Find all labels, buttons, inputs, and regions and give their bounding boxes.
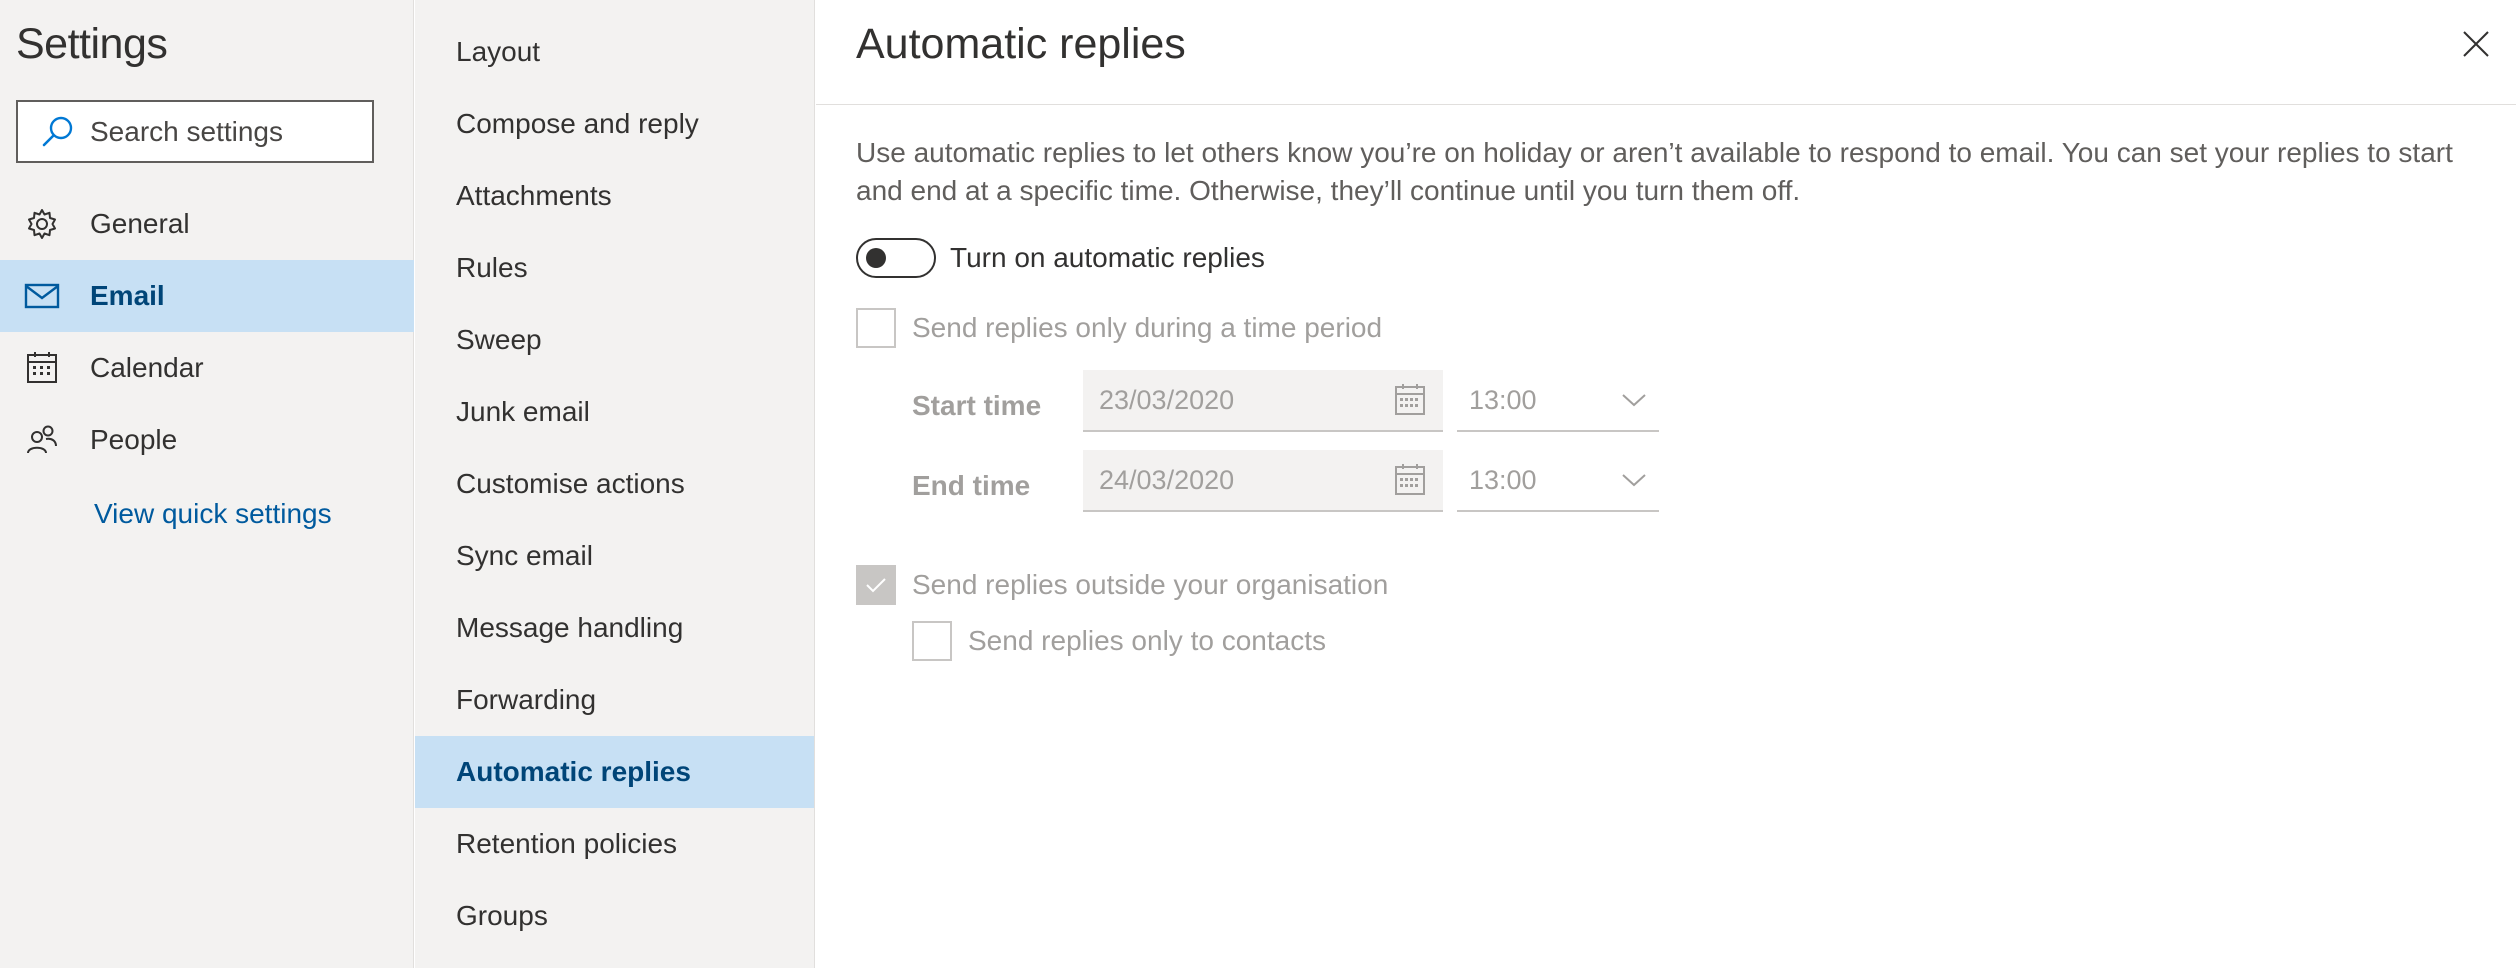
time-period-checkbox[interactable] xyxy=(856,308,896,348)
settings-title: Settings xyxy=(16,20,168,68)
subnav-item-automatic-replies[interactable]: Automatic replies xyxy=(415,736,814,808)
automatic-replies-toggle[interactable] xyxy=(856,238,936,278)
nav-item-label: General xyxy=(90,208,190,239)
subnav-item-groups[interactable]: Groups xyxy=(415,880,814,952)
subnav-item-retention-policies[interactable]: Retention policies xyxy=(415,808,814,880)
contacts-only-row: Send replies only to contacts xyxy=(912,621,1326,661)
subnav-item-junk-email[interactable]: Junk email xyxy=(415,376,814,448)
calendar-icon xyxy=(1395,464,1425,495)
toggle-label: Turn on automatic replies xyxy=(950,242,1265,273)
start-time-dropdown[interactable]: 13:00 xyxy=(1457,370,1659,432)
contacts-only-label: Send replies only to contacts xyxy=(968,625,1326,656)
people-icon xyxy=(20,418,64,462)
view-quick-settings-link[interactable]: View quick settings xyxy=(94,498,332,530)
subnav-item-sync-email[interactable]: Sync email xyxy=(415,520,814,592)
subnav-item-compose-and-reply[interactable]: Compose and reply xyxy=(415,88,814,160)
end-date-picker[interactable]: 24/03/2020 xyxy=(1083,450,1443,512)
toggle-knob xyxy=(866,248,886,268)
subnav-item-customise-actions[interactable]: Customise actions xyxy=(415,448,814,520)
email-settings-nav: Layout Compose and reply Attachments Rul… xyxy=(415,0,815,968)
nav-item-label: Email xyxy=(90,280,165,311)
start-time-value: 13:00 xyxy=(1469,384,1537,415)
settings-nav: Settings General Email xyxy=(0,0,414,968)
contacts-only-checkbox[interactable] xyxy=(912,621,952,661)
subnav-item-layout[interactable]: Layout xyxy=(415,16,814,88)
start-time-label: Start time xyxy=(912,390,1042,421)
nav-item-general[interactable]: General xyxy=(0,188,414,260)
chevron-down-icon xyxy=(1622,474,1646,487)
checkmark-icon xyxy=(866,578,886,593)
start-date-value: 23/03/2020 xyxy=(1099,384,1235,415)
header-divider xyxy=(816,104,2516,105)
gear-icon xyxy=(20,202,64,246)
close-button[interactable] xyxy=(2456,24,2496,64)
end-time-label: End time xyxy=(912,470,1031,501)
outside-org-label: Send replies outside your organisation xyxy=(912,569,1389,600)
end-date-value: 24/03/2020 xyxy=(1099,464,1235,495)
nav-item-label: Calendar xyxy=(90,352,204,383)
start-date-picker[interactable]: 23/03/2020 xyxy=(1083,370,1443,432)
mail-icon xyxy=(20,274,64,318)
nav-item-people[interactable]: People xyxy=(0,404,414,476)
end-time-value: 13:00 xyxy=(1469,464,1537,495)
nav-item-email[interactable]: Email xyxy=(0,260,414,332)
close-icon xyxy=(2463,31,2489,57)
nav-item-calendar[interactable]: Calendar xyxy=(0,332,414,404)
subnav-item-attachments[interactable]: Attachments xyxy=(415,160,814,232)
search-box[interactable] xyxy=(16,100,374,163)
chevron-down-icon xyxy=(1622,394,1646,407)
subnav-item-forwarding[interactable]: Forwarding xyxy=(415,664,814,736)
subnav-item-message-handling[interactable]: Message handling xyxy=(415,592,814,664)
search-icon xyxy=(42,116,73,146)
calendar-icon xyxy=(1395,384,1425,415)
automatic-replies-toggle-row: Turn on automatic replies xyxy=(856,238,1265,278)
end-time-dropdown[interactable]: 13:00 xyxy=(1457,450,1659,512)
subnav-item-rules[interactable]: Rules xyxy=(415,232,814,304)
outside-org-checkbox[interactable] xyxy=(856,565,896,605)
subnav-item-sweep[interactable]: Sweep xyxy=(415,304,814,376)
outside-org-row: Send replies outside your organisation xyxy=(856,565,1388,605)
calendar-icon xyxy=(20,346,64,390)
search-input[interactable] xyxy=(90,115,350,148)
automatic-replies-panel: Automatic replies Use automatic replies … xyxy=(816,0,2516,968)
page-title: Automatic replies xyxy=(856,20,1186,68)
time-period-row: Send replies only during a time period xyxy=(856,308,1382,348)
time-period-label: Send replies only during a time period xyxy=(912,312,1383,343)
nav-item-label: People xyxy=(90,424,178,455)
description-text: Use automatic replies to let others know… xyxy=(856,137,2453,206)
